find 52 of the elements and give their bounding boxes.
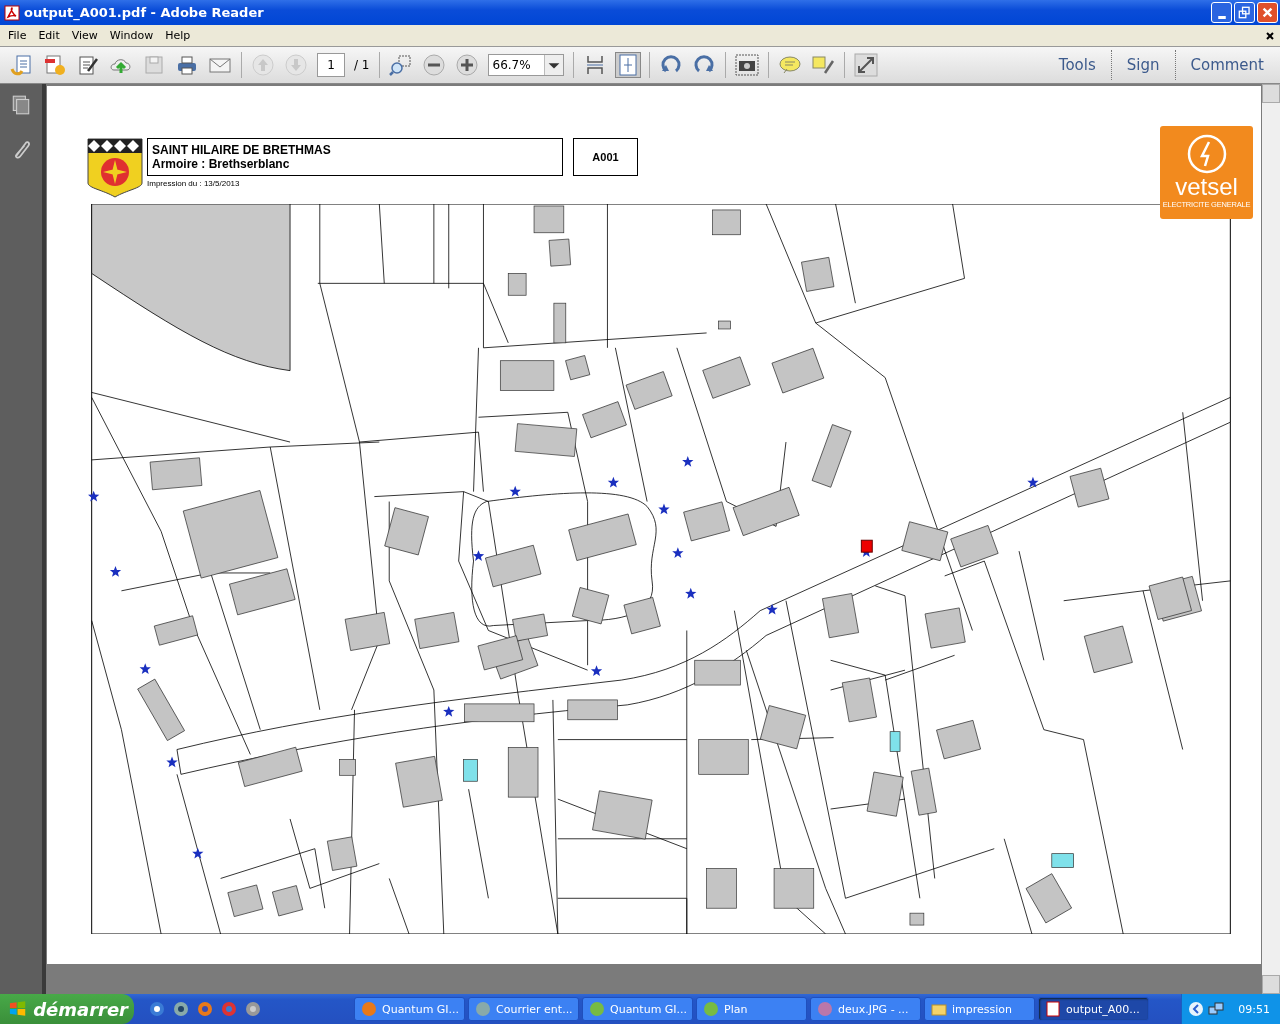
scrollbar[interactable] xyxy=(1262,84,1280,994)
chevron-left-icon[interactable] xyxy=(1188,1001,1205,1017)
zoom-out-icon[interactable] xyxy=(421,53,446,77)
windows-logo-icon xyxy=(8,999,28,1019)
logo-name: vetsel xyxy=(1175,174,1238,200)
taskbar-button[interactable]: Quantum GI... xyxy=(582,997,693,1021)
network-icon[interactable] xyxy=(1208,1001,1225,1017)
folder-icon xyxy=(931,1001,947,1017)
zoom-dropdown[interactable]: 66.7% xyxy=(487,54,564,76)
page-total: / 1 xyxy=(354,58,370,72)
menu-item[interactable]: Help xyxy=(159,29,197,42)
taskbar-button[interactable]: output_A00... xyxy=(1038,997,1149,1021)
clock: 09:51 xyxy=(1238,1002,1270,1016)
coat-of-arms-icon xyxy=(87,138,143,198)
edit-icon[interactable] xyxy=(76,53,100,77)
taskbar-button[interactable]: Quantum GI... xyxy=(354,997,465,1021)
cabinet-name: Armoire : Brethserblanc xyxy=(152,157,291,171)
start-button[interactable]: démarrer xyxy=(0,994,134,1024)
menu-item[interactable]: View xyxy=(65,29,104,42)
taskbar-button[interactable]: impression xyxy=(924,997,1035,1021)
close-button[interactable] xyxy=(1257,2,1278,23)
commune-name: SAINT HILAIRE DE BRETHMAS xyxy=(152,143,332,157)
print-date: Impression du : 13/5/2013 xyxy=(147,179,241,188)
cabinet-code: A001 xyxy=(592,151,619,163)
pages-icon[interactable] xyxy=(10,94,32,116)
menu-item[interactable]: File xyxy=(2,29,33,42)
taskbar-button[interactable]: deux.JPG - ... xyxy=(810,997,921,1021)
menu-item[interactable]: Edit xyxy=(32,29,66,42)
window-title: output_A001.pdf - Adobe Reader xyxy=(24,5,264,20)
minimize-button[interactable] xyxy=(1211,2,1232,23)
panel-tab[interactable]: Comment xyxy=(1184,56,1270,74)
zoom-in-icon[interactable] xyxy=(454,53,479,77)
caret-icon xyxy=(543,55,563,75)
print-icon[interactable] xyxy=(175,53,199,77)
page-number-field[interactable]: 1 xyxy=(317,53,345,77)
restore-icon xyxy=(1238,6,1251,19)
taskbar-button[interactable]: Courrier ent... xyxy=(468,997,579,1021)
expand-icon[interactable] xyxy=(853,53,878,77)
lightning-icon xyxy=(1186,134,1227,174)
panel-tab[interactable]: Tools xyxy=(1052,56,1102,74)
panel-tab[interactable]: Sign xyxy=(1120,56,1166,74)
close-icon[interactable] xyxy=(1265,30,1275,41)
menu-item[interactable]: Window xyxy=(103,29,160,42)
restore-button[interactable] xyxy=(1234,2,1255,23)
camera-icon[interactable] xyxy=(734,53,759,77)
taskbar-button[interactable]: Plan xyxy=(696,997,807,1021)
close-icon xyxy=(1261,6,1274,19)
fit-page-icon[interactable] xyxy=(615,53,640,77)
marquee-zoom-icon[interactable] xyxy=(388,53,413,77)
create-pdf-icon[interactable] xyxy=(43,53,67,77)
minimize-icon xyxy=(1218,16,1226,19)
open-file-icon[interactable] xyxy=(10,53,34,77)
